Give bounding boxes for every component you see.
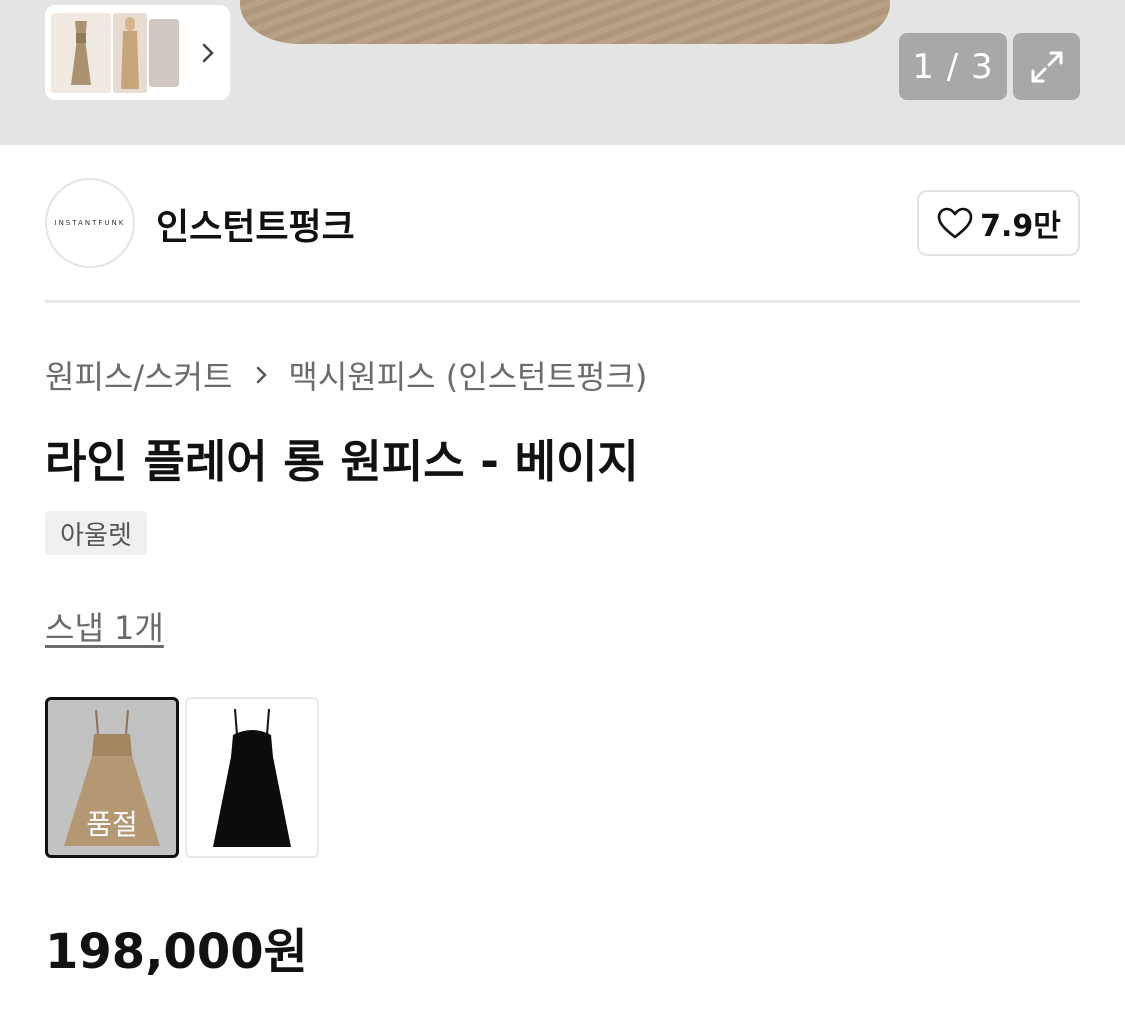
brand-name[interactable]: 인스턴트펑크 — [156, 198, 355, 250]
chevron-right-icon[interactable] — [198, 39, 218, 67]
breadcrumb-category[interactable]: 원피스/스커트 — [45, 352, 232, 398]
outlet-tag: 아울렛 — [45, 511, 147, 555]
expand-button[interactable] — [1013, 33, 1080, 100]
brand-logo-text: INSTANTFUNK — [54, 219, 126, 227]
thumbnail-1[interactable] — [51, 12, 111, 93]
product-main-image — [240, 0, 890, 44]
breadcrumb: 원피스/스커트 맥시원피스 (인스턴트펑크) — [45, 352, 647, 398]
like-count: 7.9만 — [980, 209, 1061, 244]
divider — [45, 300, 1080, 303]
thumbnail-strip[interactable] — [45, 5, 230, 100]
soldout-label: 품절 — [86, 808, 138, 841]
thumbnail-2[interactable] — [113, 12, 147, 93]
snap-link[interactable]: 스냅 1개 — [45, 603, 164, 649]
product-image-gallery[interactable]: 1 / 3 — [0, 0, 1125, 145]
product-title: 라인 플레어 롱 원피스 - 베이지 — [45, 435, 639, 488]
image-counter: 1 / 3 — [899, 33, 1007, 100]
heart-outline-icon — [937, 207, 973, 239]
brand-logo[interactable]: INSTANTFUNK — [45, 178, 135, 268]
product-price: 198,000원 — [45, 924, 308, 980]
dress-image — [213, 708, 291, 847]
color-option-black[interactable] — [185, 697, 319, 858]
brand-like-button[interactable]: 7.9만 — [917, 190, 1080, 256]
color-option-beige[interactable]: 품절 — [45, 697, 179, 858]
expand-icon — [1031, 51, 1062, 82]
thumbnail-3[interactable] — [149, 18, 179, 87]
breadcrumb-subcategory[interactable]: 맥시원피스 (인스턴트펑크) — [288, 352, 647, 398]
chevron-right-icon — [257, 366, 268, 384]
